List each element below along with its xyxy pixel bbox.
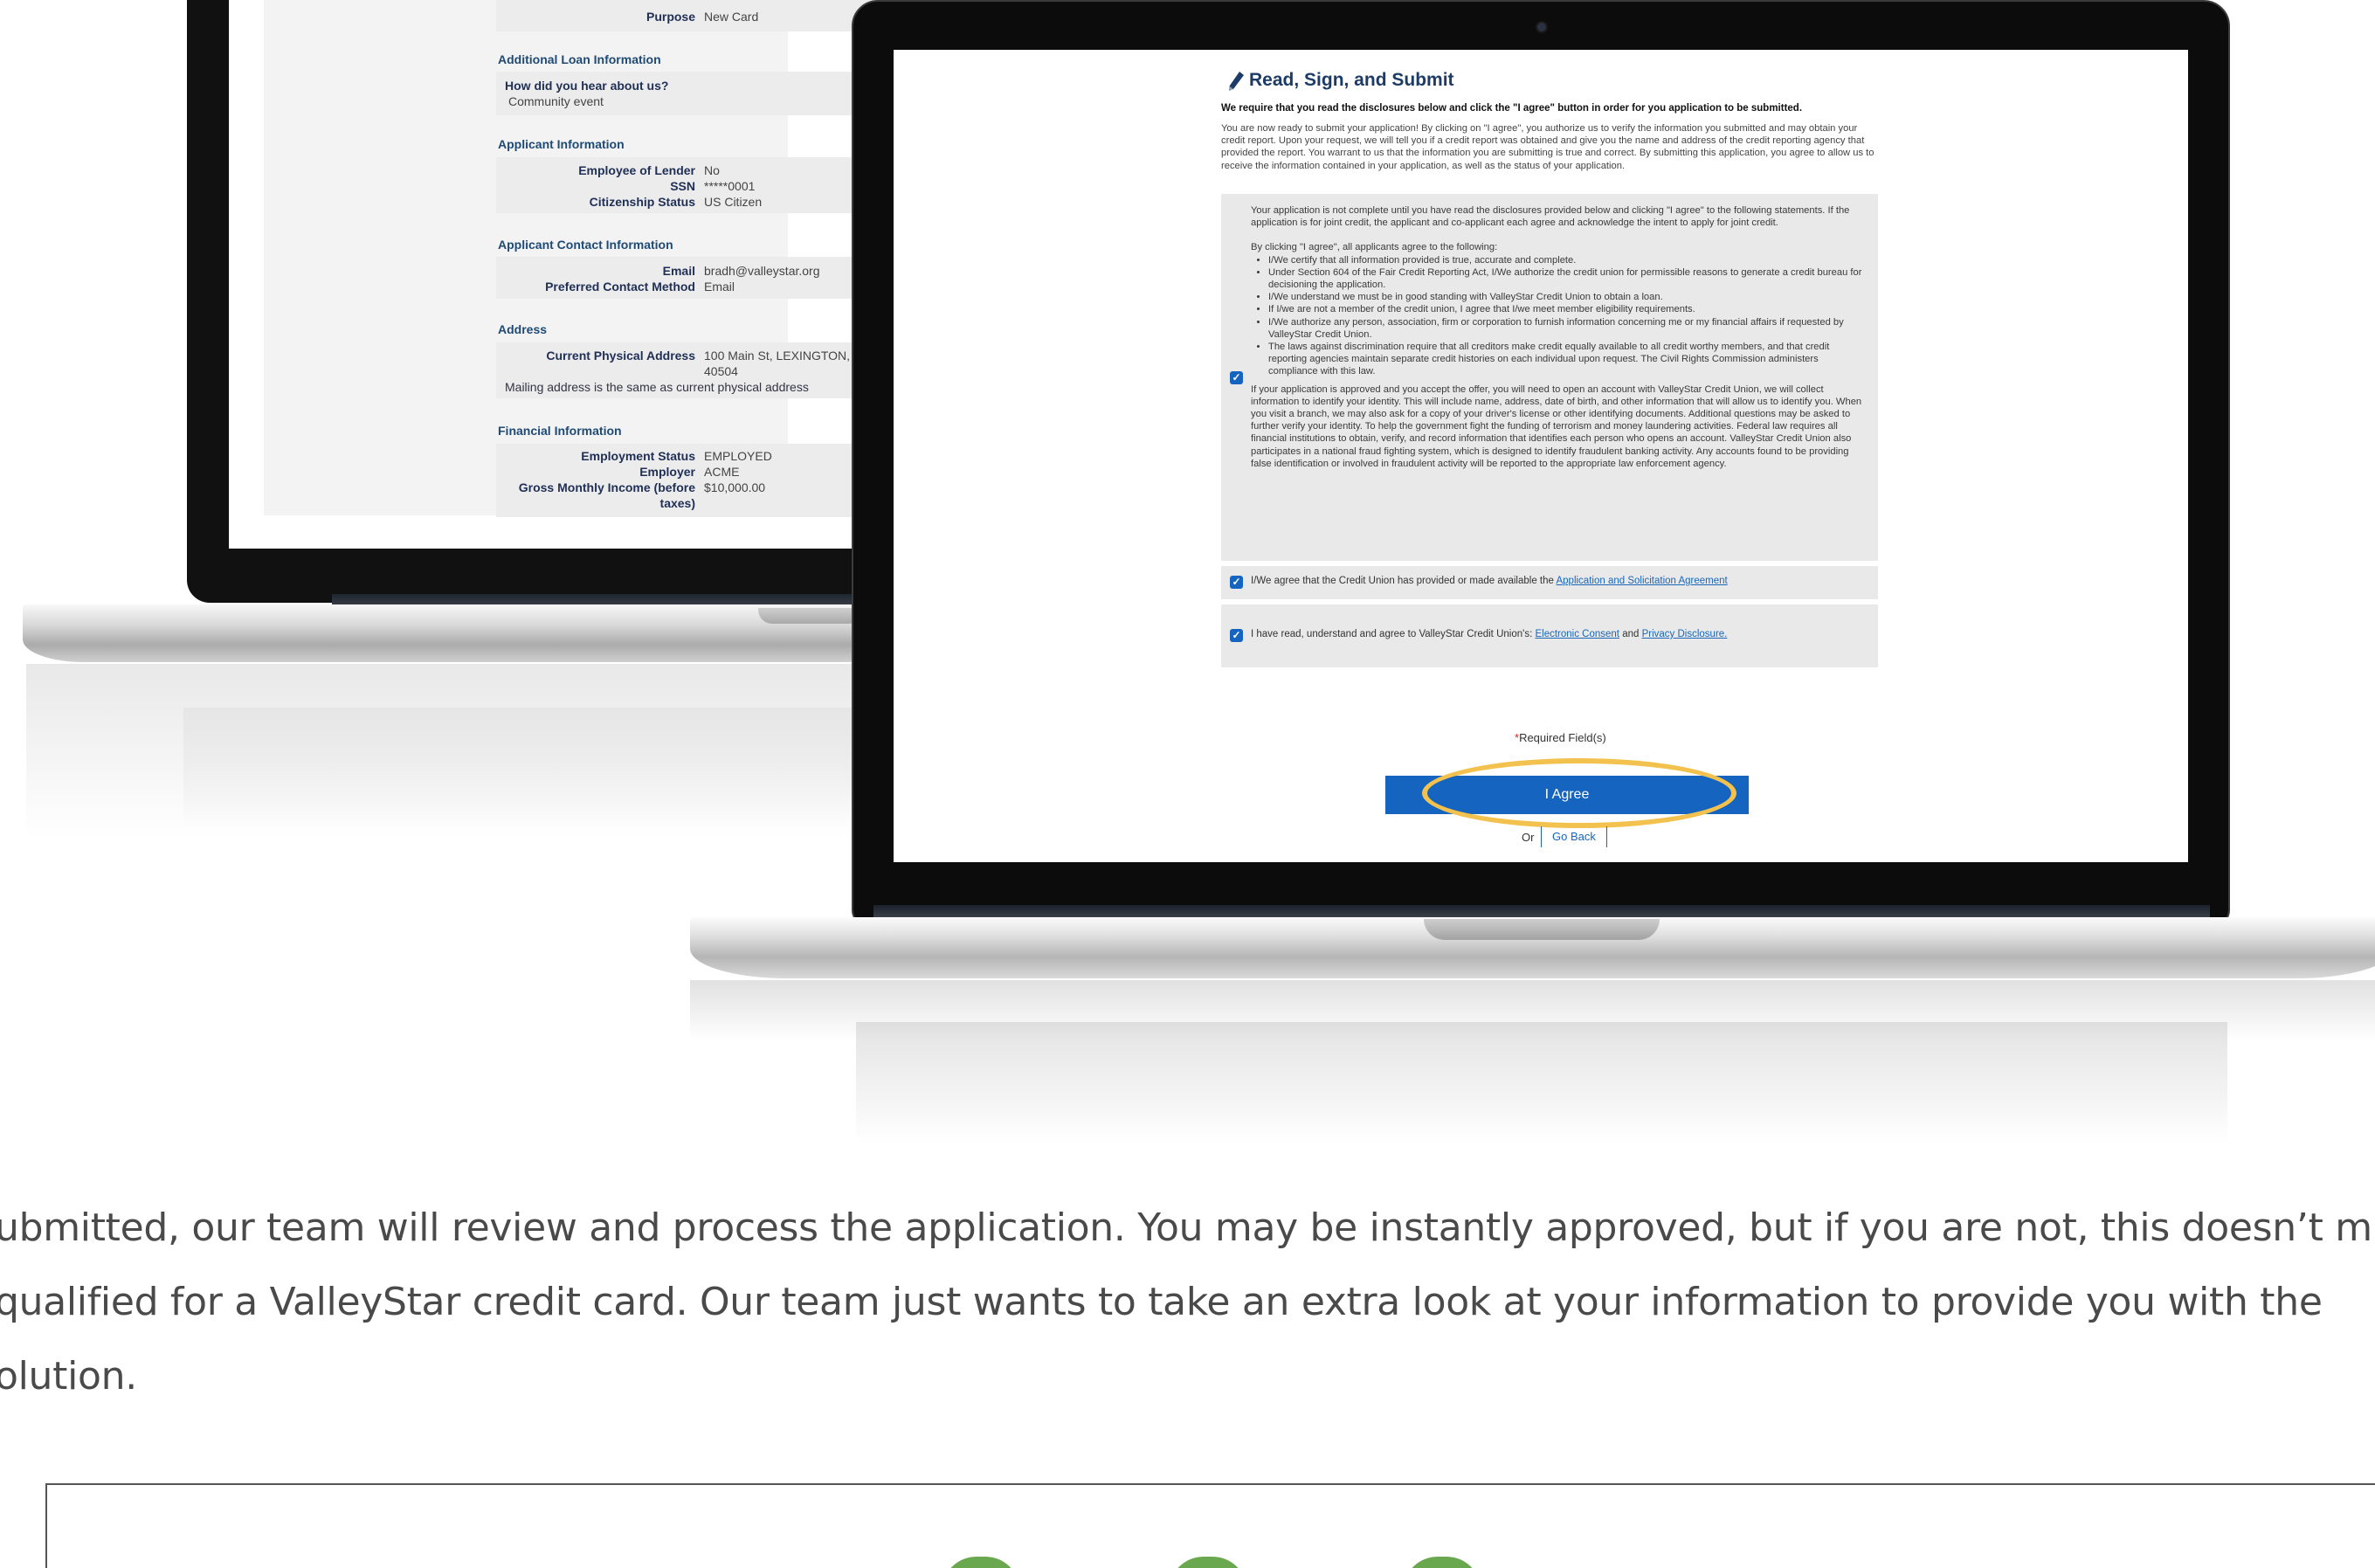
physical-address-label: Current Physical Address [546,349,695,363]
contact-info-heading: Applicant Contact Information [498,238,673,252]
article-line-1: ubmitted, our team will review and proce… [0,1205,2372,1250]
employee-label: Employee of Lender [578,163,695,177]
page: Purpose New Card Additional Loan Informa… [0,0,2375,1568]
article-line-3: olution. [0,1354,137,1399]
back-laptop-shadow [183,708,900,830]
disclosure-intro: Your application is not complete until y… [1251,205,1850,229]
purpose-value: New Card [704,10,759,24]
agreement-and: and [1622,629,1640,639]
additional-loan-heading: Additional Loan Information [498,52,661,66]
front-laptop-reflection [690,980,2375,1041]
bottom-card [45,1483,2375,1568]
agreement-label-1: I/We agree that the Credit Union has pro… [1251,576,1554,586]
physical-address-line2: 40504 [704,364,738,378]
go-back-link[interactable]: Go Back [1541,826,1607,847]
highlight-ring [1422,758,1736,828]
front-laptop-notch [1424,919,1660,940]
disclosure-bullet: I/We authorize any person, association, … [1268,316,1864,341]
disclosure-outro: If your application is approved and you … [1251,383,1862,469]
disclosure-bullet: If I/we are not a member of the credit u… [1268,303,1864,315]
or-text: Or [1522,831,1535,844]
webcam-icon [1536,21,1548,33]
disclosure-lead: By clicking "I agree", all applicants ag… [1251,242,1498,253]
disclosure-bullet: The laws against discrimination require … [1268,341,1864,378]
income-value: $10,000.00 [704,480,766,494]
income-label-line1: Gross Monthly Income (before [518,480,695,494]
ssn-value: *****0001 [704,179,756,193]
disclosure-checkbox[interactable]: ✓ [1230,371,1243,384]
agreement-checkbox-1[interactable]: ✓ [1230,576,1243,589]
required-fields-note: *Required Field(s) [1515,731,1606,744]
application-agreement-link[interactable]: Application and Solicitation Agreement [1556,576,1727,586]
disclosure-bullet: Under Section 604 of the Fair Credit Rep… [1268,266,1864,291]
physical-address-line1: 100 Main St, LEXINGTON, [704,349,851,363]
pencil-icon [1229,72,1244,91]
requirement-text: We require that you read the disclosures… [1221,103,1803,114]
disclosure-bullet: I/We understand we must be in good stand… [1268,291,1864,303]
page-title: Read, Sign, and Submit [1249,70,1454,90]
electronic-consent-link[interactable]: Electronic Consent [1535,629,1619,639]
preferred-contact-label: Preferred Contact Method [545,280,695,294]
email-label: Email [662,264,695,278]
back-laptop-notch [758,608,863,624]
hear-answer: Community event [508,94,604,108]
citizenship-value: US Citizen [704,195,763,209]
applicant-info-heading: Applicant Information [498,137,625,151]
required-fields-text: Required Field(s) [1519,731,1606,744]
citizenship-label: Citizenship Status [589,195,695,209]
address-heading: Address [498,322,548,336]
income-label-line2: taxes) [659,496,695,510]
disclosure-text: Your application is not complete until y… [1251,204,1864,482]
purpose-label: Purpose [646,10,695,24]
article-line-2: qualified for a ValleyStar credit card. … [0,1280,2323,1324]
disclosure-bullet: I/We certify that all information provid… [1268,254,1864,266]
hear-question: How did you hear about us? [505,79,669,93]
mailing-address-note: Mailing address is the same as current p… [505,380,809,394]
employment-status-value: EMPLOYED [704,449,772,463]
agreement-checkbox-2[interactable]: ✓ [1230,629,1243,642]
employer-value: ACME [704,465,740,479]
intro-paragraph: You are now ready to submit your applica… [1221,123,1874,171]
privacy-disclosure-link[interactable]: Privacy Disclosure. [1642,629,1728,639]
employer-label: Employer [639,465,695,479]
agreement-label-2: I have read, understand and agree to Val… [1251,629,1533,639]
agreement-text-1: I/We agree that the Credit Union has pro… [1251,576,1728,586]
agreement-text-2: I have read, understand and agree to Val… [1251,629,1727,639]
financial-info-heading: Financial Information [498,424,622,438]
disclosure-bullets: I/We certify that all information provid… [1268,254,1864,378]
preferred-contact-value: Email [704,280,735,294]
employment-status-label: Employment Status [581,449,695,463]
ssn-label: SSN [670,179,695,193]
email-value: bradh@valleystar.org [704,264,820,278]
employee-value: No [704,163,720,177]
